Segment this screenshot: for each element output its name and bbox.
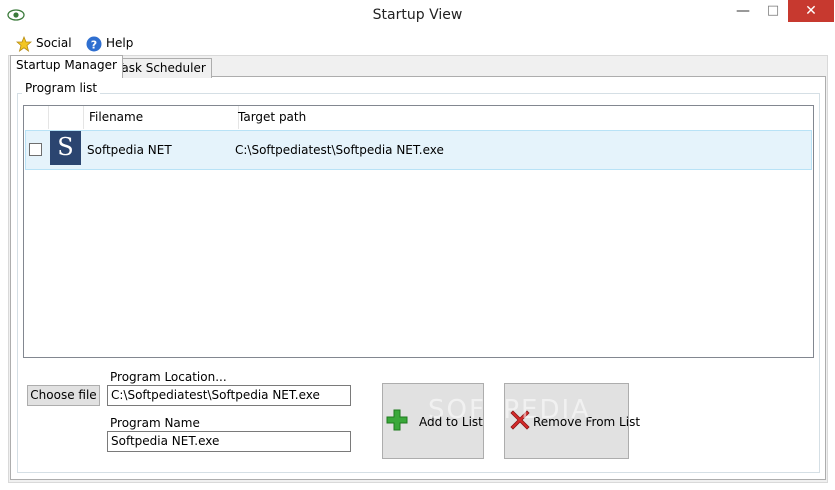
menu-help[interactable]: ? Help: [86, 34, 133, 52]
minimize-button[interactable]: —: [728, 0, 758, 22]
column-header-target-path[interactable]: Target path: [233, 106, 817, 129]
menu-help-label: Help: [106, 36, 134, 50]
program-name-input[interactable]: Softpedia NET.exe: [107, 431, 351, 452]
menu-social[interactable]: Social: [15, 34, 72, 52]
program-name-label: Program Name: [110, 416, 200, 430]
softpedia-app-icon: S: [50, 131, 81, 165]
menu-social-label: Social: [36, 36, 72, 50]
row-target-path: C:\Softpediatest\Softpedia NET.exe: [235, 143, 444, 157]
maximize-button[interactable]: □: [760, 0, 786, 22]
svg-text:?: ?: [91, 38, 97, 51]
menu-bar: Social ? Help: [8, 32, 828, 54]
program-list-label: Program list: [22, 81, 101, 95]
program-location-input[interactable]: C:\Softpediatest\Softpedia NET.exe: [107, 385, 351, 406]
row-filename: Softpedia NET: [87, 143, 172, 157]
help-icon: ?: [86, 36, 102, 52]
window-title: Startup View: [372, 7, 463, 23]
softpedia-watermark: SOFTPEDIA: [428, 395, 591, 425]
star-icon: [15, 35, 33, 52]
column-header-icon[interactable]: [48, 106, 84, 129]
plus-icon: [386, 409, 408, 431]
close-button[interactable]: ✕: [788, 0, 834, 22]
tab-startup-manager[interactable]: Startup Manager: [10, 55, 123, 78]
program-location-label: Program Location...: [110, 370, 227, 384]
choose-file-button[interactable]: Choose file: [27, 385, 100, 406]
column-header-filename[interactable]: Filename: [84, 106, 239, 129]
column-header-check[interactable]: [24, 106, 49, 129]
tab-task-scheduler[interactable]: Task Scheduler: [110, 58, 212, 78]
row-checkbox[interactable]: [29, 143, 42, 156]
